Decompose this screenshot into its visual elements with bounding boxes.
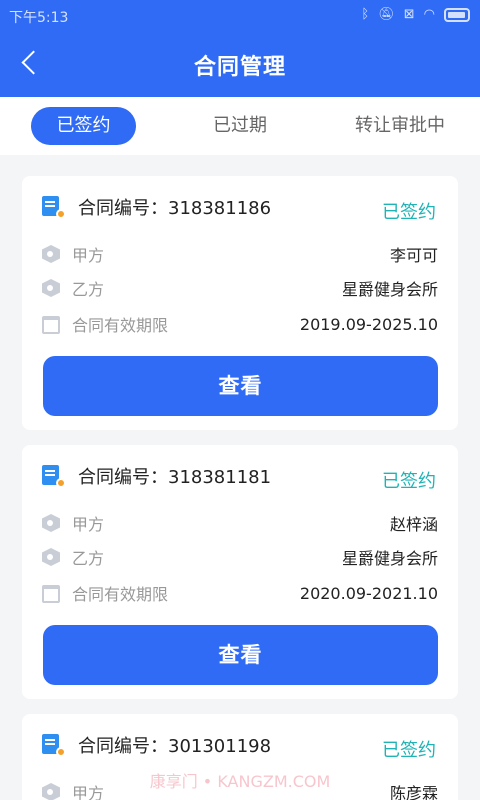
party-a-row: 甲方 李可可 bbox=[42, 242, 438, 266]
status-badge: 已签约 bbox=[382, 471, 436, 492]
contract-number: 合同编号：301301198 bbox=[78, 736, 272, 757]
party-a-row: 甲方 赵梓涵 bbox=[42, 511, 438, 535]
party-a-icon bbox=[42, 514, 60, 532]
contract-header: 合同编号：318381186 bbox=[42, 194, 271, 220]
party-a-value: 李可可 bbox=[389, 246, 438, 265]
party-b-icon bbox=[42, 548, 60, 566]
status-bar: 下午5:13 ᛒ 🔕︎ ⊠ ◠ bbox=[0, 0, 480, 30]
party-a-value: 赵梓涵 bbox=[389, 515, 438, 534]
tab-expired[interactable]: 已过期 bbox=[190, 107, 290, 145]
bluetooth-icon: ᛒ bbox=[361, 7, 370, 22]
no-sim-icon: ⊠ bbox=[403, 7, 415, 22]
validity-label: 合同有效期限 bbox=[72, 585, 169, 604]
view-button[interactable]: 查看 bbox=[43, 356, 438, 416]
wifi-icon: ◠ bbox=[423, 7, 435, 22]
party-a-value: 陈彦霖 bbox=[389, 784, 438, 800]
contract-card: 合同编号：318381181 已签约 甲方 赵梓涵 乙方 星爵健身会所 合同有效… bbox=[22, 445, 458, 699]
party-a-label: 甲方 bbox=[72, 784, 105, 800]
contract-card: 合同编号：318381186 已签约 甲方 李可可 乙方 星爵健身会所 合同有效… bbox=[22, 176, 458, 430]
validity-value: 2020.09-2021.10 bbox=[299, 583, 438, 603]
validity-value: 2019.09-2025.10 bbox=[299, 314, 438, 334]
party-b-label: 乙方 bbox=[72, 549, 105, 568]
contract-number: 合同编号：318381181 bbox=[78, 467, 272, 488]
calendar-icon bbox=[42, 585, 60, 603]
contract-doc-icon bbox=[42, 196, 66, 219]
contract-card: 合同编号：301301198 已签约 甲方 陈彦霖 bbox=[22, 714, 458, 800]
party-b-row: 乙方 星爵健身会所 bbox=[42, 276, 438, 300]
party-b-label: 乙方 bbox=[72, 280, 105, 299]
contract-doc-icon bbox=[42, 465, 66, 488]
status-time: 下午5:13 bbox=[9, 10, 69, 26]
party-a-icon bbox=[42, 245, 60, 263]
mute-icon: 🔕︎ bbox=[378, 7, 395, 22]
validity-row: 合同有效期限 2020.09-2021.10 bbox=[42, 581, 438, 605]
validity-row: 合同有效期限 2019.09-2025.10 bbox=[42, 312, 438, 336]
contract-number: 合同编号：318381186 bbox=[78, 198, 272, 219]
party-b-value: 星爵健身会所 bbox=[341, 280, 438, 299]
party-a-row: 甲方 陈彦霖 bbox=[42, 780, 438, 800]
contract-header: 合同编号：301301198 bbox=[42, 732, 271, 758]
contract-header: 合同编号：318381181 bbox=[42, 463, 271, 489]
app-header: 下午5:13 ᛒ 🔕︎ ⊠ ◠ 合同管理 bbox=[0, 0, 480, 97]
status-badge: 已签约 bbox=[382, 740, 436, 761]
status-icons: ᛒ 🔕︎ ⊠ ◠ bbox=[361, 7, 470, 23]
page-title: 合同管理 bbox=[193, 55, 286, 80]
tab-bar: 已签约 已过期 转让审批中 bbox=[0, 97, 480, 155]
view-button[interactable]: 查看 bbox=[43, 625, 438, 685]
contract-doc-icon bbox=[42, 734, 66, 757]
party-b-icon bbox=[42, 279, 60, 297]
validity-label: 合同有效期限 bbox=[72, 316, 169, 335]
party-b-row: 乙方 星爵健身会所 bbox=[42, 545, 438, 569]
tab-transfer-pending[interactable]: 转让审批中 bbox=[340, 107, 460, 145]
battery-icon bbox=[444, 8, 470, 22]
party-a-label: 甲方 bbox=[72, 515, 105, 534]
tab-signed[interactable]: 已签约 bbox=[31, 107, 136, 145]
party-a-icon bbox=[42, 783, 60, 800]
calendar-icon bbox=[42, 316, 60, 334]
status-badge: 已签约 bbox=[382, 202, 436, 223]
party-a-label: 甲方 bbox=[72, 246, 105, 265]
party-b-value: 星爵健身会所 bbox=[341, 549, 438, 568]
